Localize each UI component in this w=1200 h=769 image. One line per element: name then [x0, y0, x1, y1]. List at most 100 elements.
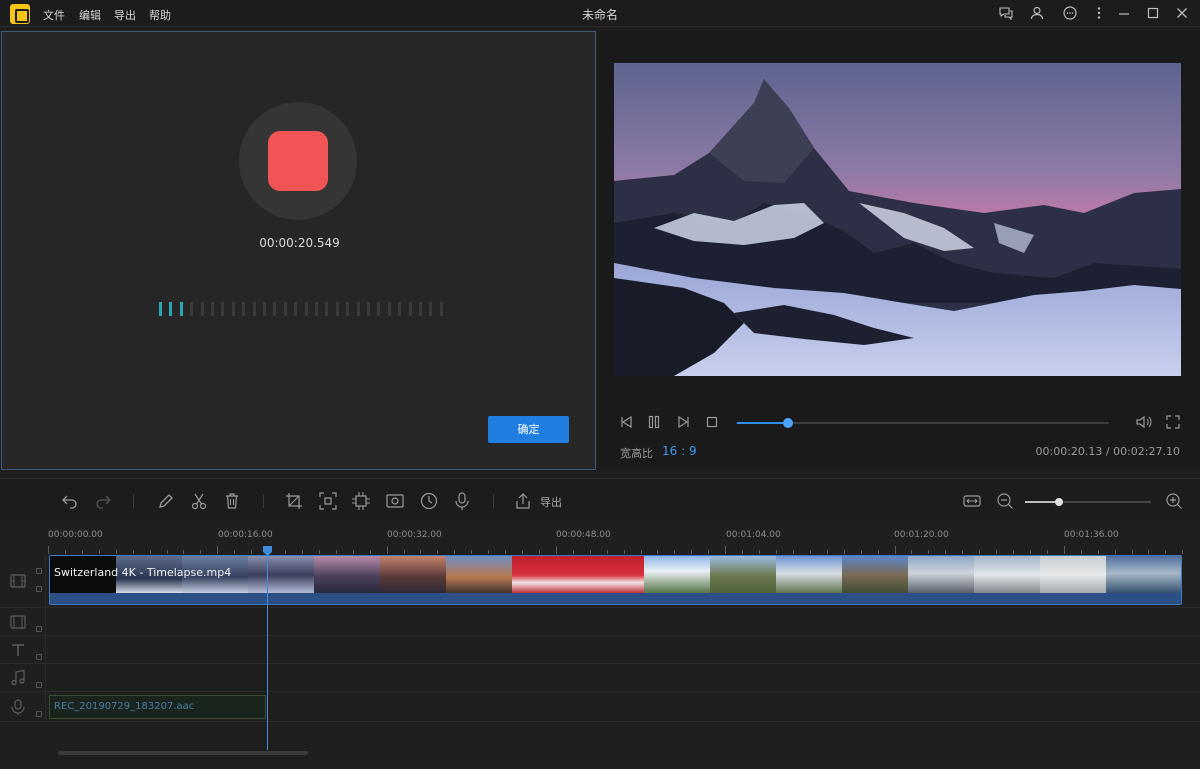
toolbar-divider	[133, 494, 134, 508]
level-meter-bar	[283, 302, 287, 316]
level-meter-bar	[200, 302, 204, 316]
music-track-header	[0, 664, 46, 691]
level-meter-bar	[377, 302, 381, 316]
menu-edit[interactable]: 编辑	[79, 7, 101, 23]
audio-clip-name: REC_20190729_183207.aac	[54, 701, 195, 712]
lock-icon[interactable]	[36, 711, 42, 717]
confirm-button[interactable]: 确定	[488, 416, 569, 443]
chat-icon[interactable]	[998, 5, 1014, 21]
title-bar: 文件 编辑 导出 帮助 未命名	[0, 0, 1200, 27]
playback-progress-fill	[737, 422, 788, 424]
ruler-tick	[725, 546, 727, 554]
level-meter-bar	[263, 302, 266, 316]
timeline-zoom-knob[interactable]	[1055, 498, 1064, 506]
recorded-audio-clip[interactable]: REC_20190729_183207.aac	[49, 695, 266, 719]
level-meter-bar	[398, 302, 402, 316]
lock-icon[interactable]	[36, 586, 42, 592]
level-meter-bar	[325, 302, 329, 316]
fullscreen-icon[interactable]	[1165, 414, 1181, 430]
screenshot-icon[interactable]	[385, 491, 405, 511]
lock-icon[interactable]	[36, 682, 42, 688]
voiceover-track-header	[0, 692, 46, 721]
ruler-label: 00:01:20.00	[894, 530, 949, 540]
menu-help[interactable]: 帮助	[149, 7, 171, 23]
playhead[interactable]	[263, 546, 272, 750]
volume-icon[interactable]	[1135, 414, 1153, 430]
level-meter-bar	[439, 302, 443, 316]
app-logo-icon	[10, 4, 30, 24]
ruler-label: 00:01:04.00	[726, 530, 781, 540]
level-meter-bar	[179, 302, 183, 316]
clip-thumbnail	[776, 556, 842, 594]
record-elapsed-time: 00:00:20.549	[259, 236, 340, 250]
clip-thumbnail	[842, 556, 908, 594]
ruler-label: 00:01:36.00	[1064, 530, 1119, 540]
audio-level-meter	[159, 302, 449, 316]
export-icon[interactable]	[513, 491, 533, 511]
level-meter-bar	[356, 302, 360, 316]
undo-icon[interactable]	[60, 491, 80, 511]
microphone-track-icon	[11, 699, 25, 715]
user-icon[interactable]	[1029, 5, 1045, 21]
next-frame-icon[interactable]	[675, 414, 691, 430]
timeline-horizontal-scrollbar[interactable]	[58, 751, 308, 755]
freeze-frame-icon[interactable]	[351, 491, 371, 511]
pencil-edit-icon[interactable]	[156, 491, 176, 511]
delete-icon[interactable]	[222, 491, 242, 511]
menu-file[interactable]: 文件	[43, 7, 65, 23]
crop-icon[interactable]	[284, 491, 304, 511]
export-button-label[interactable]: 导出	[540, 494, 562, 510]
pause-icon[interactable]	[646, 414, 662, 430]
speed-icon[interactable]	[419, 491, 439, 511]
lock-icon[interactable]	[36, 654, 42, 660]
ruler-tick	[555, 546, 557, 554]
video-track-icon	[10, 574, 26, 588]
scissors-split-icon[interactable]	[189, 491, 209, 511]
message-icon[interactable]	[1062, 5, 1078, 21]
close-icon[interactable]	[1174, 5, 1190, 21]
level-meter-bar	[304, 302, 308, 316]
level-meter-bar	[190, 302, 194, 316]
record-button-ring	[239, 102, 357, 220]
maximize-icon[interactable]	[1145, 5, 1161, 21]
stop-icon[interactable]	[704, 414, 720, 430]
lock-icon[interactable]	[36, 626, 42, 632]
zoom-out-icon[interactable]	[995, 491, 1015, 511]
menu-export[interactable]: 导出	[114, 7, 136, 23]
timeline-zoom-slider[interactable]	[1025, 498, 1151, 506]
eye-icon[interactable]	[36, 568, 42, 574]
mosaic-icon[interactable]	[318, 491, 338, 511]
clip-thumbnail	[314, 556, 380, 594]
level-meter-bar	[169, 302, 173, 316]
playback-progress-knob[interactable]	[782, 418, 793, 428]
time-ruler[interactable]: 00:00:00.00 00:00:16.00 00:00:32.00 00:0…	[48, 528, 1188, 554]
ruler-label: 00:00:00.00	[48, 530, 103, 540]
redo-icon[interactable]	[93, 491, 113, 511]
timeline: 00:00:00.00 00:00:16.00 00:00:32.00 00:0…	[0, 522, 1200, 769]
level-meter-bar	[221, 302, 225, 316]
video-clip[interactable]: Switzerland 4K - Timelapse.mp4	[49, 555, 1182, 605]
voice-record-panel: 00:00:20.549 确定	[1, 31, 596, 470]
zoom-in-icon[interactable]	[1164, 491, 1184, 511]
ruler-tick	[894, 546, 896, 554]
microphone-icon[interactable]	[452, 491, 472, 511]
minimize-icon[interactable]	[1116, 5, 1132, 21]
more-icon[interactable]	[1091, 5, 1107, 21]
level-meter-bar	[273, 302, 277, 316]
clip-thumbnail	[710, 556, 776, 594]
level-meter-bar	[429, 302, 433, 316]
window-title: 未命名	[581, 8, 618, 22]
clip-thumbnail	[1040, 556, 1106, 594]
edit-toolbar: 导出	[0, 478, 1200, 522]
playback-progress-bar[interactable]	[737, 418, 1109, 428]
previous-frame-icon[interactable]	[619, 414, 635, 430]
video-preview	[614, 63, 1181, 376]
ruler-tick	[48, 546, 49, 554]
aspect-ratio-value[interactable]: 16 : 9	[662, 444, 697, 458]
clip-thumbnail	[512, 556, 644, 594]
overlay-track-header	[0, 608, 46, 635]
video-clip-audio-bar	[50, 593, 1181, 604]
level-meter-bar	[211, 302, 214, 316]
stop-record-button[interactable]	[268, 131, 328, 191]
fit-timeline-icon[interactable]	[962, 491, 982, 511]
